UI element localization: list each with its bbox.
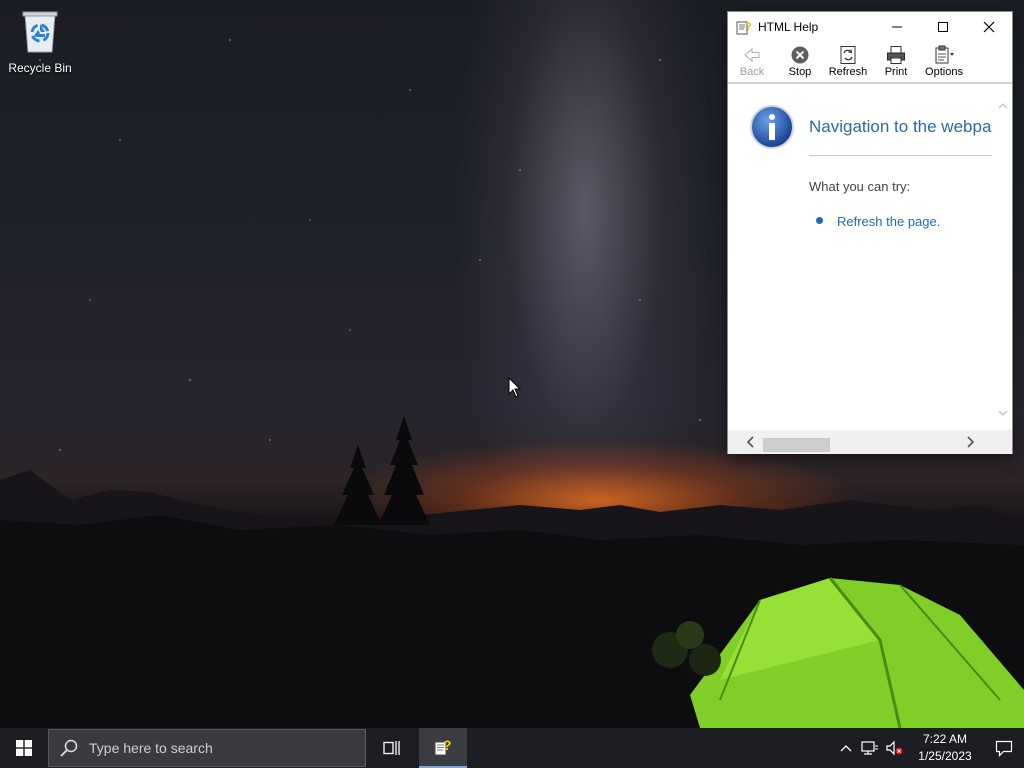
network-button[interactable] [858,728,882,768]
system-tray: 7:22 AM 1/25/2023 [834,728,1024,768]
close-button[interactable] [966,12,1012,42]
minimize-button[interactable] [874,12,920,42]
what-you-can-try-label: What you can try: [809,179,911,194]
clock-time: 7:22 AM [922,732,968,746]
action-center-button[interactable] [984,728,1024,768]
back-arrow-icon [744,47,760,63]
volume-button[interactable] [882,728,906,768]
printer-icon [887,46,905,64]
windows-logo-icon [16,740,32,756]
task-view-button[interactable] [368,728,416,768]
window-title: HTML Help [758,20,819,34]
minimize-icon [892,26,902,28]
search-placeholder: Type here to search [89,740,213,756]
close-icon [983,21,995,33]
task-view-icon [383,741,400,755]
title-bar[interactable]: ? HTML Help [728,12,1012,42]
recycle-bin-shortcut[interactable]: Recycle Bin [4,6,76,75]
taskbar-search-box[interactable]: Type here to search [48,729,366,767]
maximize-icon [938,22,948,32]
print-button[interactable]: Print [872,42,920,82]
vertical-scrollbar[interactable] [994,84,1012,429]
html-help-window[interactable]: ? HTML Help Back Stop Refresh Print Opti… [727,11,1013,454]
info-icon [750,105,794,149]
horizontal-scroll-thumb[interactable] [763,438,830,452]
help-book-icon: ? [736,21,752,35]
stop-label: Stop [788,66,812,78]
refresh-page-link[interactable]: Refresh the page. [837,214,940,229]
help-content-pane: Navigation to the webpage was canceled W… [728,83,1012,454]
taskbar-html-help-app[interactable]: ? [419,728,467,768]
taskbar-clock[interactable]: 7:22 AM 1/25/2023 [906,731,984,765]
svg-text:?: ? [745,21,752,33]
back-label: Back [739,66,765,78]
refresh-icon [840,46,856,64]
refresh-label: Refresh [828,66,868,78]
stop-button[interactable]: Stop [776,42,824,82]
notification-icon [995,740,1013,757]
bullet-icon [816,217,823,224]
maximize-button[interactable] [920,12,966,42]
title-divider [809,155,992,156]
vertical-scrollbar-arrows [998,103,1008,416]
show-hidden-icons-button[interactable] [834,728,858,768]
recycle-bin-label: Recycle Bin [8,61,72,75]
search-icon [60,739,78,757]
refresh-button[interactable]: Refresh [824,42,872,82]
options-button[interactable]: Options [920,42,968,82]
start-button[interactable] [0,728,48,768]
volume-muted-icon [886,740,903,756]
stop-icon [791,46,809,64]
horizontal-scrollbar[interactable] [728,430,1012,454]
network-icon [861,741,878,755]
mouse-pointer-icon [508,377,522,398]
help-toolbar: Back Stop Refresh Print Options [728,42,1012,83]
html-help-app-icon: ? [434,737,452,756]
options-icon [935,45,954,64]
error-title: Navigation to the webpage was canceled [809,117,992,136]
taskbar: Type here to search ? 7:22 AM 1/25/2023 [0,728,1024,768]
options-label: Options [925,66,963,78]
chevron-up-icon [840,745,852,752]
print-label: Print [884,66,908,78]
clock-date: 1/25/2023 [918,749,972,763]
recycle-bin-icon [22,11,58,53]
svg-text:?: ? [443,737,452,753]
back-button[interactable]: Back [728,42,776,82]
